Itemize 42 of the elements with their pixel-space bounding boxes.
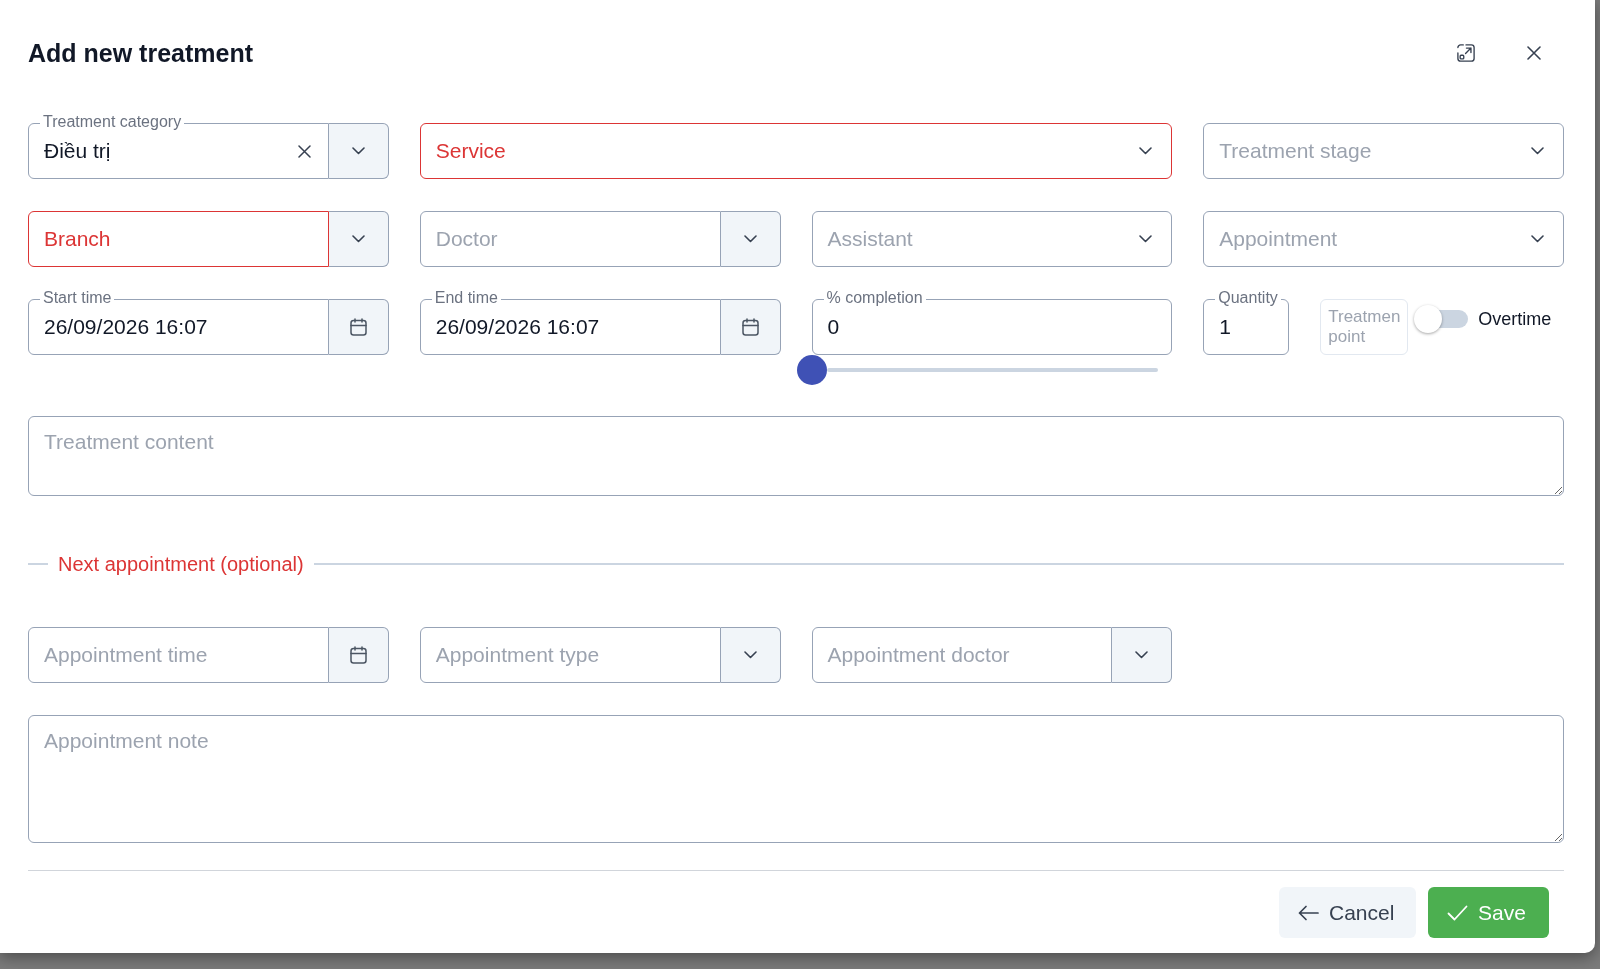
- arrow-left-icon: [1298, 904, 1319, 921]
- textarea-field[interactable]: Treatment content: [28, 416, 1564, 496]
- chevron-down-icon[interactable]: [1139, 147, 1153, 155]
- slider-track[interactable]: [826, 368, 1159, 372]
- select-field[interactable]: Treatment stage: [1203, 123, 1564, 179]
- chevron-down-icon[interactable]: [1139, 235, 1153, 243]
- select-field[interactable]: Branch: [28, 211, 329, 267]
- chevron-down-icon[interactable]: [351, 235, 365, 243]
- clear-icon[interactable]: [297, 144, 311, 158]
- field-label: Treatment category: [40, 113, 185, 131]
- calendar-button[interactable]: [720, 299, 781, 355]
- calendar-icon[interactable]: [349, 646, 367, 664]
- chevron-down-icon[interactable]: [743, 651, 757, 659]
- toggle-switch[interactable]: [1414, 304, 1469, 334]
- chevron-down-icon[interactable]: [1531, 235, 1544, 243]
- expand-icon[interactable]: [1457, 44, 1475, 62]
- select-field[interactable]: Service: [419, 123, 1173, 179]
- calendar-icon[interactable]: [349, 318, 367, 336]
- switch-label: Overtime: [1478, 308, 1552, 331]
- chevron-down-icon[interactable]: [743, 235, 757, 243]
- calendar-button[interactable]: [328, 299, 389, 355]
- select-field[interactable]: Appointment: [1203, 211, 1564, 267]
- textarea-field[interactable]: Appointment note: [28, 715, 1564, 843]
- field-label: Quantity: [1215, 289, 1281, 307]
- calendar-button[interactable]: [328, 627, 389, 683]
- field-label: % completion: [823, 289, 926, 307]
- date-field[interactable]: Appointment time: [28, 627, 329, 683]
- chevron-down-icon[interactable]: [351, 147, 365, 155]
- select-field[interactable]: Doctor: [419, 211, 721, 267]
- save-button[interactable]: Save: [1428, 887, 1549, 938]
- slider-thumb[interactable]: [796, 355, 827, 385]
- check-icon: [1447, 904, 1468, 921]
- chevron-down-icon[interactable]: [1135, 651, 1149, 659]
- close-icon[interactable]: [1527, 46, 1541, 60]
- chevron-down-icon[interactable]: [1531, 147, 1544, 155]
- cancel-button[interactable]: Cancel: [1279, 887, 1416, 938]
- select-field[interactable]: Assistant: [811, 211, 1173, 267]
- section-heading: Next appointment (optional): [58, 552, 304, 577]
- dialog-title: Add new treatment: [28, 38, 254, 68]
- select-field[interactable]: Appointment doctor: [811, 627, 1113, 683]
- select-field[interactable]: Appointment type: [419, 627, 721, 683]
- calendar-icon[interactable]: [741, 318, 759, 336]
